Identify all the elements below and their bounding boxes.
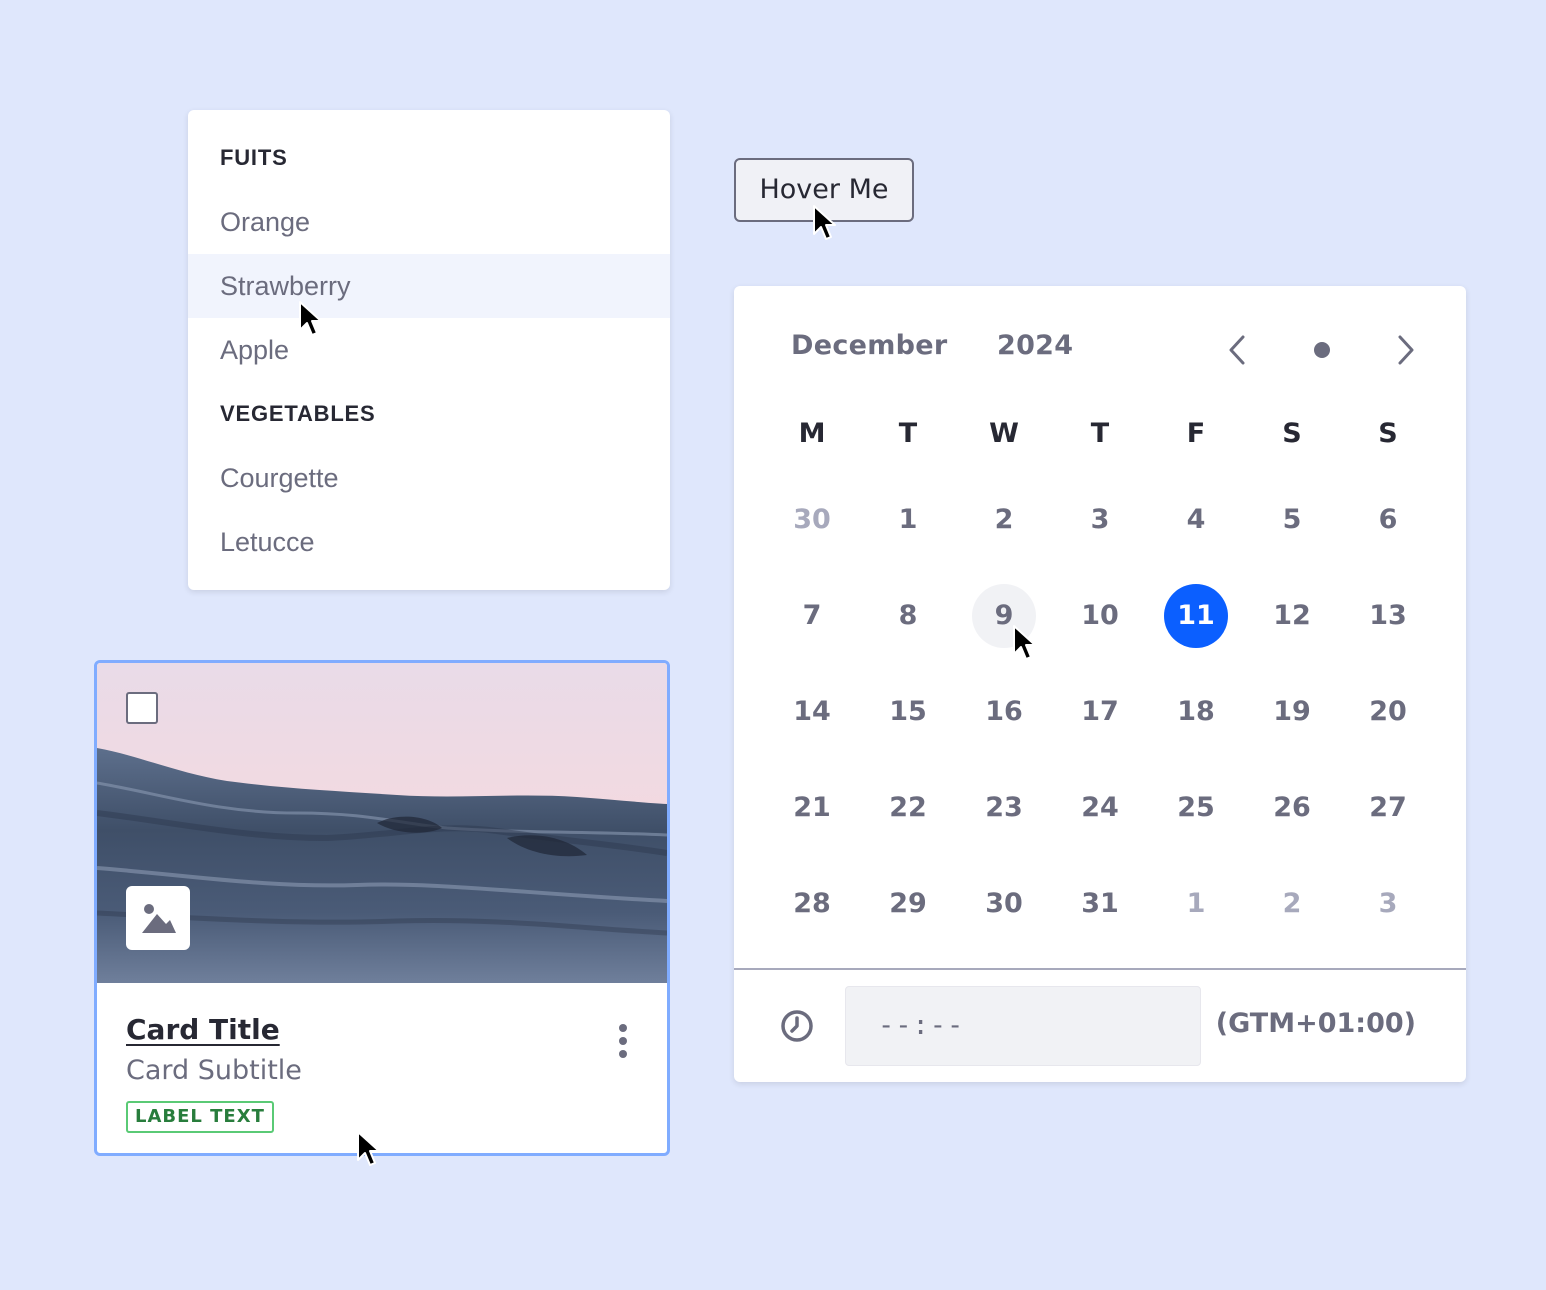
card-checkbox[interactable]	[126, 692, 158, 724]
calendar-day[interactable]: 31	[1068, 872, 1132, 936]
calendar-day[interactable]: 2	[972, 488, 1036, 552]
menu-item-orange[interactable]: Orange	[188, 190, 670, 254]
hover-me-button[interactable]: Hover Me	[734, 158, 914, 222]
calendar-day[interactable]: 14	[780, 680, 844, 744]
timezone-label: (GTM+01:00)	[1215, 1008, 1416, 1039]
clock-icon	[781, 1010, 813, 1042]
calendar-day[interactable]: 29	[876, 872, 940, 936]
time-input[interactable]: --:--	[845, 986, 1201, 1066]
calendar-day[interactable]: 19	[1260, 680, 1324, 744]
calendar-day[interactable]: 22	[876, 776, 940, 840]
calendar-day[interactable]: 7	[780, 584, 844, 648]
dot-icon[interactable]	[1307, 332, 1337, 368]
image-icon-badge	[126, 886, 190, 950]
chevron-right-icon[interactable]	[1389, 332, 1419, 368]
calendar-day[interactable]: 25	[1164, 776, 1228, 840]
calendar-day[interactable]: 20	[1356, 680, 1420, 744]
chevron-left-icon[interactable]	[1224, 332, 1254, 368]
calendar-day[interactable]: 12	[1260, 584, 1324, 648]
calendar-day-outside-month[interactable]: 3	[1356, 872, 1420, 936]
menu-item-apple[interactable]: Apple	[188, 318, 670, 382]
calendar-day[interactable]: 9	[972, 584, 1036, 648]
card-label: LABEL TEXT	[126, 1101, 274, 1133]
calendar-day[interactable]: 8	[876, 584, 940, 648]
weekday-label: S	[1282, 418, 1302, 449]
calendar-day-outside-month[interactable]: 1	[1164, 872, 1228, 936]
calendar-day[interactable]: 3	[1068, 488, 1132, 552]
weekday-label: M	[798, 418, 826, 449]
group-header-vegetables: VEGETABLES	[220, 401, 376, 426]
card-subtitle: Card Subtitle	[126, 1055, 302, 1086]
calendar-day[interactable]: 18	[1164, 680, 1228, 744]
calendar-day[interactable]: 21	[780, 776, 844, 840]
calendar-day[interactable]: 1	[876, 488, 940, 552]
weekday-label: S	[1378, 418, 1398, 449]
year-select[interactable]: 2024	[997, 330, 1073, 361]
image-icon	[142, 904, 176, 933]
month-select[interactable]: December	[791, 330, 948, 361]
ellipsis-vertical-icon[interactable]	[609, 1023, 637, 1063]
menu-item-courgette[interactable]: Courgette	[188, 446, 670, 510]
menu-item-strawberry[interactable]: Strawberry	[188, 254, 670, 318]
calendar-day[interactable]: 6	[1356, 488, 1420, 552]
calendar-day[interactable]: 30	[972, 872, 1036, 936]
weekday-label: W	[989, 418, 1019, 449]
calendar-day[interactable]: 17	[1068, 680, 1132, 744]
menu-item-letucce[interactable]: Letucce	[188, 510, 670, 574]
calendar-day[interactable]: 13	[1356, 584, 1420, 648]
calendar-day[interactable]: 4	[1164, 488, 1228, 552]
dropdown-menu: FUITS Orange Strawberry Apple VEGETABLES…	[188, 110, 670, 590]
card-image	[97, 663, 667, 983]
calendar-day[interactable]: 28	[780, 872, 844, 936]
calendar-day[interactable]: 15	[876, 680, 940, 744]
calendar-day[interactable]: 16	[972, 680, 1036, 744]
calendar-day-selected[interactable]: 11	[1164, 584, 1228, 648]
group-header-fruits: FUITS	[220, 145, 288, 170]
date-picker: December 2024 MTWTFSS 30 1 2 3 4 5 6 7 8 9 10 11 12 1…	[734, 286, 1466, 1082]
card-title[interactable]: Card Title	[126, 1013, 280, 1046]
calendar-day-outside-month[interactable]: 30	[780, 488, 844, 552]
calendar-day[interactable]: 5	[1260, 488, 1324, 552]
image-card[interactable]: Card Title Card Subtitle LABEL TEXT	[94, 660, 670, 1156]
weekday-label: T	[1090, 418, 1110, 449]
weekday-label: T	[898, 418, 918, 449]
calendar-day[interactable]: 26	[1260, 776, 1324, 840]
divider	[734, 968, 1466, 970]
calendar-day[interactable]: 10	[1068, 584, 1132, 648]
calendar-day[interactable]: 23	[972, 776, 1036, 840]
weekday-label: F	[1186, 418, 1206, 449]
calendar-day[interactable]: 24	[1068, 776, 1132, 840]
calendar-day[interactable]: 27	[1356, 776, 1420, 840]
calendar-day-outside-month[interactable]: 2	[1260, 872, 1324, 936]
